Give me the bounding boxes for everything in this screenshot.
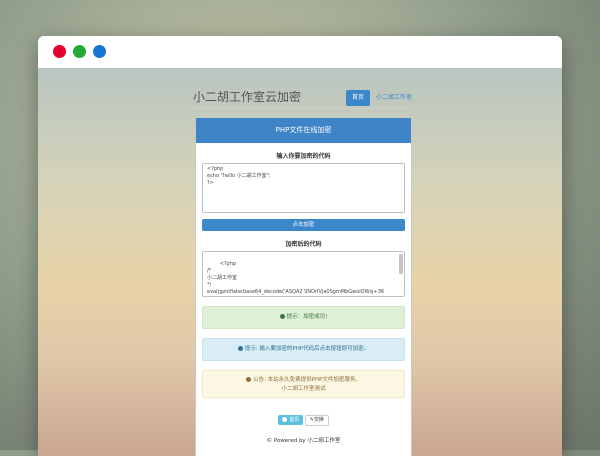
output-scrollbar[interactable] bbox=[399, 254, 403, 274]
success-text: 提示：加密成功! bbox=[286, 314, 328, 320]
encrypt-button[interactable]: 点击加密 bbox=[202, 219, 405, 231]
notice-text-2: 小二胡工作室测试 bbox=[281, 386, 326, 392]
footer-home-button[interactable]: 首页 bbox=[278, 415, 304, 425]
window-titlebar bbox=[38, 36, 562, 68]
footer-swap-label: 交换 bbox=[313, 417, 324, 423]
info-alert: 提示: 输入要加密的PHP代码后点击按钮即可加密。 bbox=[202, 338, 405, 361]
browser-window: 小二胡工作室云加密 首页 小二胡工作室 PHP文件在线加密 输入你要加密的代码 … bbox=[38, 36, 562, 456]
footer-home-label: 首页 bbox=[289, 417, 300, 423]
notice-line-1: 公告: 本站永久免费提供PHP文件加密服务。 bbox=[206, 376, 401, 385]
panel-title: PHP文件在线加密 bbox=[196, 118, 411, 143]
maximize-window-button[interactable] bbox=[73, 45, 86, 58]
info-circle-icon bbox=[237, 345, 243, 351]
info-circle-icon bbox=[279, 313, 285, 319]
nav-studio-link[interactable]: 小二胡工作室 bbox=[376, 90, 412, 106]
footer-swap-button[interactable]: ✎交换 bbox=[304, 415, 329, 426]
site-title: 小二胡工作室云加密 bbox=[193, 90, 302, 104]
code-input[interactable]: <?php echo "hello 小二胡工作室"; ?> bbox=[202, 163, 405, 213]
encrypt-panel: PHP文件在线加密 输入你要加密的代码 <?php echo "hello 小二… bbox=[195, 118, 412, 456]
close-window-button[interactable] bbox=[53, 45, 66, 58]
footer-buttons: 首页 ✎交换 bbox=[196, 415, 411, 426]
nav-home-button[interactable]: 首页 bbox=[346, 90, 370, 106]
user-icon bbox=[282, 416, 288, 422]
powered-by: © Powered by 小二胡工作室 bbox=[266, 438, 341, 444]
success-alert: 提示：加密成功! bbox=[202, 306, 405, 329]
code-output: <?php /* 小二胡工作室 */ eval(gzinflate(base64… bbox=[207, 261, 385, 295]
input-label: 输入你要加密的代码 bbox=[276, 153, 331, 160]
code-output-wrap[interactable]: <?php /* 小二胡工作室 */ eval(gzinflate(base64… bbox=[202, 251, 405, 297]
info-text: 提示: 输入要加密的PHP代码后点击按钮即可加密。 bbox=[244, 346, 370, 352]
notice-text-1: 公告: 本站永久免费提供PHP文件加密服务。 bbox=[253, 377, 361, 383]
megaphone-icon bbox=[246, 376, 252, 382]
notice-alert: 公告: 本站永久免费提供PHP文件加密服务。 小二胡工作室测试 bbox=[202, 370, 405, 398]
output-label: 加密后的代码 bbox=[285, 241, 322, 248]
page-viewport: 小二胡工作室云加密 首页 小二胡工作室 PHP文件在线加密 输入你要加密的代码 … bbox=[38, 68, 562, 456]
minimize-window-button[interactable] bbox=[93, 45, 106, 58]
